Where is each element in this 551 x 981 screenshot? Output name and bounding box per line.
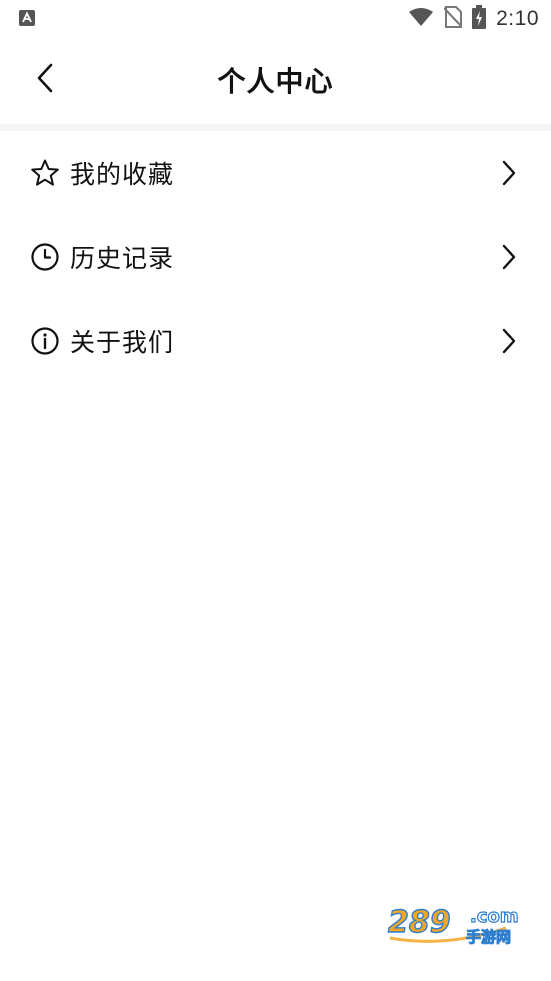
watermark-logo: 289 .com 手游网 <box>386 898 528 946</box>
menu-list: 我的收藏 历史记录 关于我们 <box>0 131 551 383</box>
info-icon <box>30 326 60 356</box>
no-sim-icon <box>443 6 463 32</box>
watermark-domain: .com <box>470 906 519 927</box>
battery-charging-icon <box>472 5 487 33</box>
status-time: 2:10 <box>496 7 539 30</box>
notification-a-icon <box>19 10 35 26</box>
menu-item-label: 历史记录 <box>70 244 175 273</box>
menu-item-label: 关于我们 <box>70 328 175 357</box>
menu-item-about[interactable]: 关于我们 <box>0 299 551 383</box>
header-divider <box>0 124 551 131</box>
chevron-right-icon <box>497 158 521 188</box>
menu-item-favorites[interactable]: 我的收藏 <box>0 131 551 215</box>
status-bar: 2:10 <box>0 0 551 38</box>
menu-item-label: 我的收藏 <box>70 160 175 189</box>
wifi-icon <box>408 7 434 31</box>
star-icon <box>30 158 60 188</box>
header-bar: 个人中心 <box>0 38 551 124</box>
menu-item-history[interactable]: 历史记录 <box>0 215 551 299</box>
chevron-right-icon <box>497 242 521 272</box>
page-title: 个人中心 <box>217 65 334 98</box>
watermark-number: 289 <box>388 905 451 940</box>
watermark-tagline: 手游网 <box>466 928 511 946</box>
chevron-right-icon <box>497 326 521 356</box>
status-icons: 2:10 <box>408 5 539 33</box>
clock-icon <box>30 242 60 272</box>
